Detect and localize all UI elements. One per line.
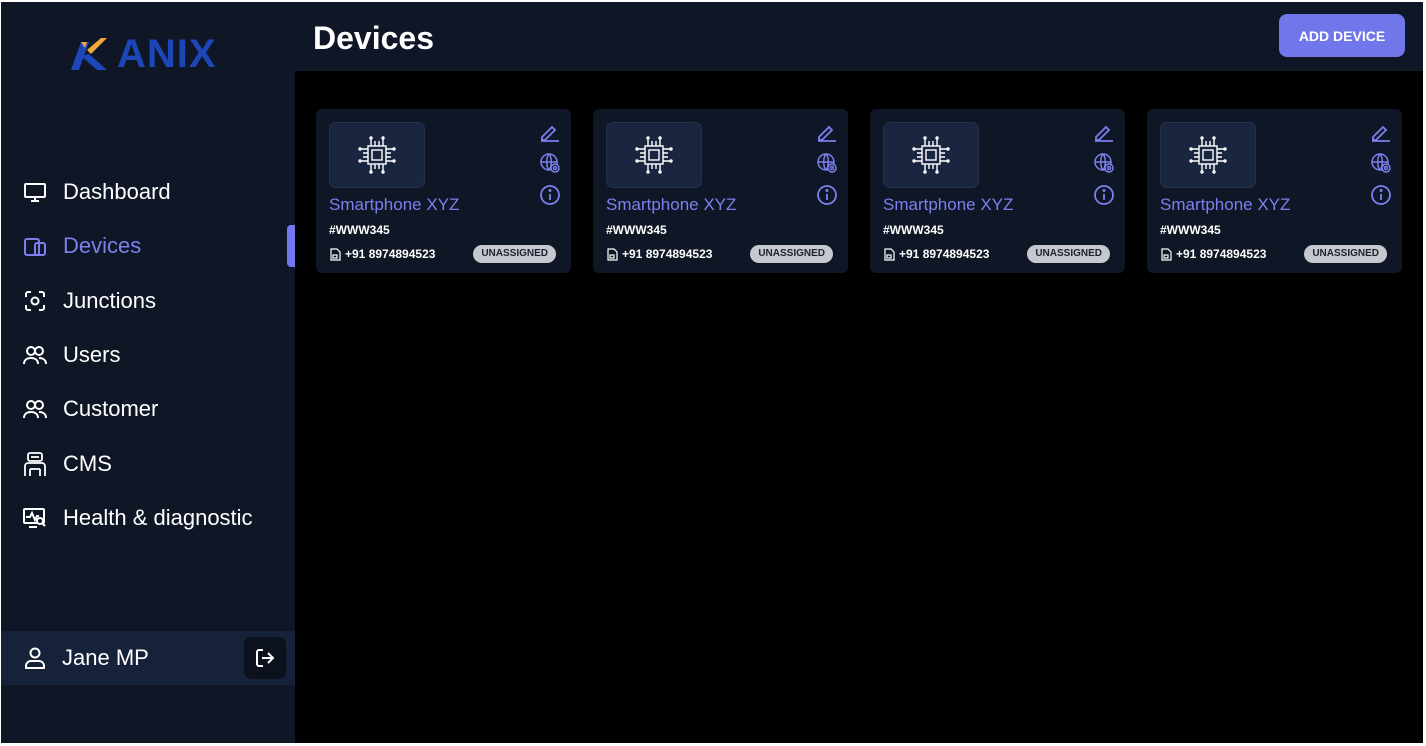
sidebar-item-label: Junctions — [63, 287, 156, 313]
device-id: #WWW345 — [883, 223, 944, 237]
info-button[interactable] — [539, 184, 561, 206]
sim-card-icon — [1161, 247, 1172, 261]
monitor-icon — [22, 179, 48, 205]
device-id: #WWW345 — [606, 223, 667, 237]
chip-icon — [635, 136, 673, 174]
network-settings-button[interactable] — [1370, 152, 1392, 174]
device-card[interactable]: Smartphone XYZ #WWW345 +91 8974894523 UN… — [870, 109, 1125, 273]
devices-icon — [22, 233, 48, 259]
sim-card-icon — [330, 247, 341, 261]
sidebar: ANIX Dashboard Devices Junctions Users C… — [1, 2, 295, 743]
brand-logo[interactable]: ANIX — [67, 34, 217, 74]
edit-button[interactable] — [816, 121, 838, 143]
customer-icon — [22, 396, 48, 422]
pencil-icon — [818, 125, 836, 142]
device-id: #WWW345 — [329, 223, 390, 237]
edit-button[interactable] — [1093, 121, 1115, 143]
sim-card-icon — [884, 247, 895, 261]
sidebar-item-label: Health & diagnostic — [63, 504, 253, 530]
device-card[interactable]: Smartphone XYZ #WWW345 +91 8974894523 UN… — [316, 109, 571, 273]
sidebar-item-dashboard[interactable]: Dashboard — [1, 165, 295, 219]
device-thumbnail — [883, 122, 979, 188]
device-card[interactable]: Smartphone XYZ #WWW345 +91 8974894523 UN… — [1147, 109, 1402, 273]
add-device-button[interactable]: ADD DEVICE — [1279, 14, 1405, 57]
info-icon — [817, 185, 837, 205]
sidebar-item-label: CMS — [63, 450, 112, 476]
device-phone: +91 8974894523 — [345, 247, 436, 261]
chip-icon — [912, 136, 950, 174]
device-thumbnail — [1160, 122, 1256, 188]
page-title: Devices — [313, 20, 434, 56]
info-button[interactable] — [1093, 184, 1115, 206]
logo-mark-icon — [71, 38, 107, 70]
sidebar-item-label: Devices — [63, 233, 142, 259]
device-name[interactable]: Smartphone XYZ — [606, 195, 736, 215]
sidebar-item-label: Users — [63, 342, 121, 368]
sidebar-item-label: Customer — [63, 396, 159, 422]
sidebar-item-label: Dashboard — [63, 179, 171, 205]
edit-button[interactable] — [539, 121, 561, 143]
page-header: Devices ADD DEVICE — [295, 2, 1423, 71]
status-badge: UNASSIGNED — [473, 245, 556, 263]
globe-settings-icon — [1094, 153, 1114, 173]
status-badge: UNASSIGNED — [1027, 245, 1110, 263]
device-name[interactable]: Smartphone XYZ — [329, 195, 459, 215]
info-icon — [1371, 185, 1391, 205]
device-phone: +91 8974894523 — [622, 247, 713, 261]
cms-icon — [22, 451, 48, 477]
logo-text: ANIX — [117, 32, 217, 76]
globe-settings-icon — [817, 153, 837, 173]
device-phone-row: +91 8974894523 — [329, 247, 435, 261]
device-phone: +91 8974894523 — [1176, 247, 1267, 261]
device-thumbnail — [329, 122, 425, 188]
device-card[interactable]: Smartphone XYZ #WWW345 +91 8974894523 UN… — [593, 109, 848, 273]
network-settings-button[interactable] — [539, 152, 561, 174]
sidebar-item-customer[interactable]: Customer — [1, 382, 295, 436]
info-button[interactable] — [816, 184, 838, 206]
app-frame: ANIX Dashboard Devices Junctions Users C… — [1, 2, 1423, 743]
edit-button[interactable] — [1370, 121, 1392, 143]
logout-button[interactable] — [244, 637, 286, 679]
pencil-icon — [1372, 125, 1390, 142]
sidebar-item-junctions[interactable]: Junctions — [1, 274, 295, 328]
device-phone: +91 8974894523 — [899, 247, 990, 261]
pencil-icon — [1095, 125, 1113, 142]
info-icon — [1094, 185, 1114, 205]
device-id: #WWW345 — [1160, 223, 1221, 237]
device-phone-row: +91 8974894523 — [883, 247, 989, 261]
info-button[interactable] — [1370, 184, 1392, 206]
device-phone-row: +91 8974894523 — [1160, 247, 1266, 261]
status-badge: UNASSIGNED — [1304, 245, 1387, 263]
device-phone-row: +91 8974894523 — [606, 247, 712, 261]
network-settings-button[interactable] — [1093, 152, 1115, 174]
globe-settings-icon — [540, 153, 560, 173]
globe-settings-icon — [1371, 153, 1391, 173]
network-settings-button[interactable] — [816, 152, 838, 174]
users-icon — [22, 342, 48, 368]
info-icon — [540, 185, 560, 205]
health-icon — [22, 505, 48, 531]
sim-card-icon — [607, 247, 618, 261]
user-icon — [22, 645, 48, 671]
chip-icon — [358, 136, 396, 174]
sidebar-item-devices[interactable]: Devices — [1, 219, 295, 273]
device-thumbnail — [606, 122, 702, 188]
sidebar-nav: Dashboard Devices Junctions Users Custom… — [1, 165, 295, 545]
user-profile[interactable]: Jane MP — [1, 631, 295, 685]
device-name[interactable]: Smartphone XYZ — [1160, 195, 1290, 215]
status-badge: UNASSIGNED — [750, 245, 833, 263]
sidebar-item-users[interactable]: Users — [1, 328, 295, 382]
sidebar-item-health[interactable]: Health & diagnostic — [1, 491, 295, 545]
chip-icon — [1189, 136, 1227, 174]
sidebar-item-cms[interactable]: CMS — [1, 436, 295, 490]
device-name[interactable]: Smartphone XYZ — [883, 195, 1013, 215]
logout-icon — [256, 649, 275, 667]
user-name: Jane MP — [62, 645, 149, 670]
junction-icon — [22, 288, 48, 314]
pencil-icon — [541, 125, 559, 142]
